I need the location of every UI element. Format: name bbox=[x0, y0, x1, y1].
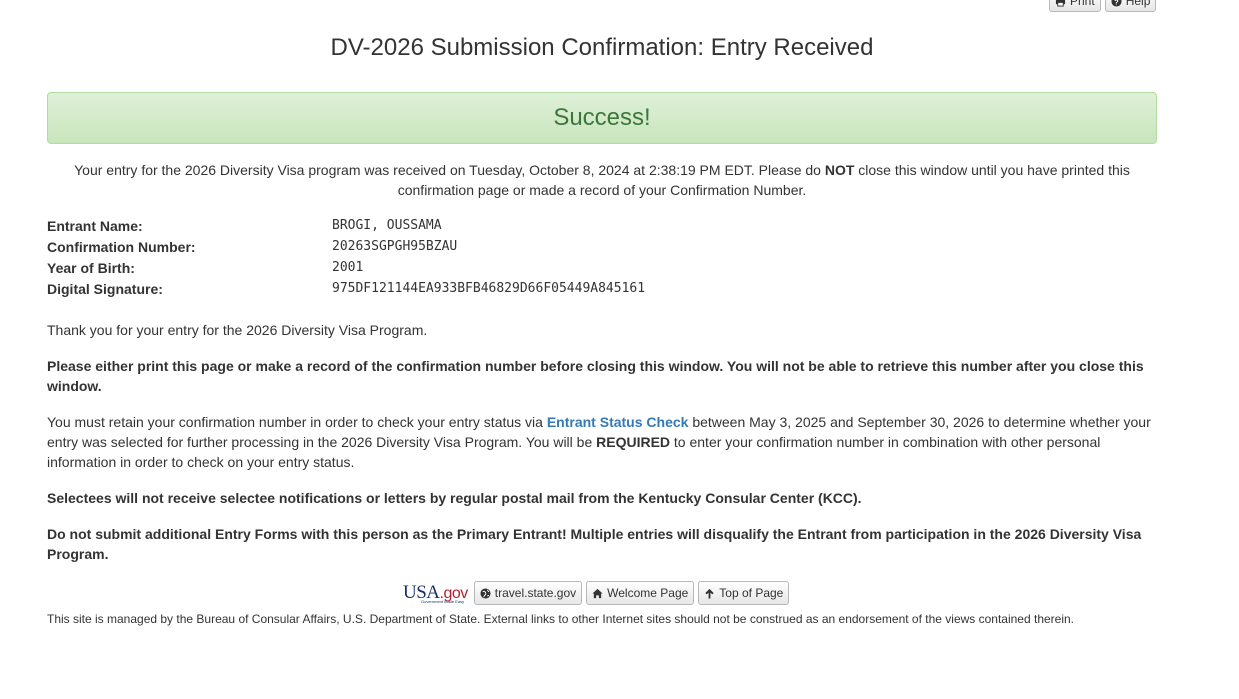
top-of-page-button[interactable]: Top of Page bbox=[698, 581, 790, 605]
top-of-page-label: Top of Page bbox=[719, 586, 784, 600]
help-label: Help bbox=[1125, 0, 1151, 8]
selectees-notice: Selectees will not receive selectee noti… bbox=[47, 490, 862, 506]
print-button[interactable]: Print bbox=[1049, 0, 1101, 12]
confirmation-number-row: Confirmation Number: 20263SGPGH95BZAU bbox=[47, 236, 645, 257]
entrant-name-label: Entrant Name: bbox=[47, 217, 143, 234]
received-emphasis: NOT bbox=[824, 162, 855, 178]
digital-signature-value: 975DF121144EA933BFB46829D66F05449A845161 bbox=[332, 281, 646, 296]
usa-logo-tagline: Government Made Easy bbox=[421, 598, 465, 604]
print-icon bbox=[1055, 0, 1066, 7]
print-warning: Please either print this page or make a … bbox=[47, 358, 1144, 394]
retain-text-a: You must retain your confirmation number… bbox=[47, 414, 547, 430]
retain-emphasis: REQUIRED bbox=[596, 434, 671, 450]
success-banner: Success! bbox=[47, 92, 1157, 144]
year-of-birth-value: 2001 bbox=[332, 260, 364, 275]
site-disclaimer: This site is managed by the Bureau of Co… bbox=[47, 612, 1075, 626]
welcome-page-label: Welcome Page bbox=[607, 586, 689, 600]
received-message: Your entry for the 2026 Diversity Visa p… bbox=[47, 160, 1157, 200]
welcome-page-button[interactable]: Welcome Page bbox=[586, 581, 695, 605]
help-button[interactable]: ? Help bbox=[1104, 0, 1157, 12]
entrant-name-value: BROGI, OUSSAMA bbox=[332, 218, 442, 233]
entrant-name-row: Entrant Name: BROGI, OUSSAMA bbox=[47, 215, 645, 236]
digital-signature-label: Digital Signature: bbox=[47, 280, 163, 297]
year-of-birth-row: Year of Birth: 2001 bbox=[47, 257, 645, 278]
multiple-entries-notice: Do not submit additional Entry Forms wit… bbox=[47, 526, 1142, 562]
home-icon bbox=[592, 588, 603, 598]
retain-notice: You must retain your confirmation number… bbox=[47, 412, 1162, 472]
print-label: Print bbox=[1070, 0, 1095, 8]
confirmation-number-value: 20263SGPGH95BZAU bbox=[332, 239, 458, 254]
footer-links: USA.gov Government Made Easy travel.stat… bbox=[403, 581, 790, 605]
globe-icon bbox=[480, 587, 491, 599]
entrant-status-check-link[interactable]: Entrant Status Check bbox=[547, 414, 689, 430]
travel-state-gov-label: travel.state.gov bbox=[494, 586, 577, 600]
usa-gov-logo[interactable]: USA.gov Government Made Easy bbox=[403, 583, 468, 604]
svg-text:?: ? bbox=[1114, 0, 1119, 6]
year-of-birth-label: Year of Birth: bbox=[47, 259, 135, 276]
page-title: DV-2026 Submission Confirmation: Entry R… bbox=[330, 34, 874, 61]
arrow-up-icon bbox=[705, 588, 714, 599]
entry-details: Entrant Name: BROGI, OUSSAMA Confirmatio… bbox=[47, 215, 645, 299]
help-icon: ? bbox=[1111, 0, 1122, 7]
top-toolbar: Print ? Help bbox=[1049, 0, 1157, 12]
confirmation-number-label: Confirmation Number: bbox=[47, 238, 196, 255]
thanks-text: Thank you for your entry for the 2026 Di… bbox=[47, 322, 428, 338]
received-text-a: Your entry for the 2026 Diversity Visa p… bbox=[74, 162, 825, 178]
digital-signature-row: Digital Signature: 975DF121144EA933BFB46… bbox=[47, 278, 645, 299]
travel-state-gov-button[interactable]: travel.state.gov bbox=[473, 581, 583, 605]
